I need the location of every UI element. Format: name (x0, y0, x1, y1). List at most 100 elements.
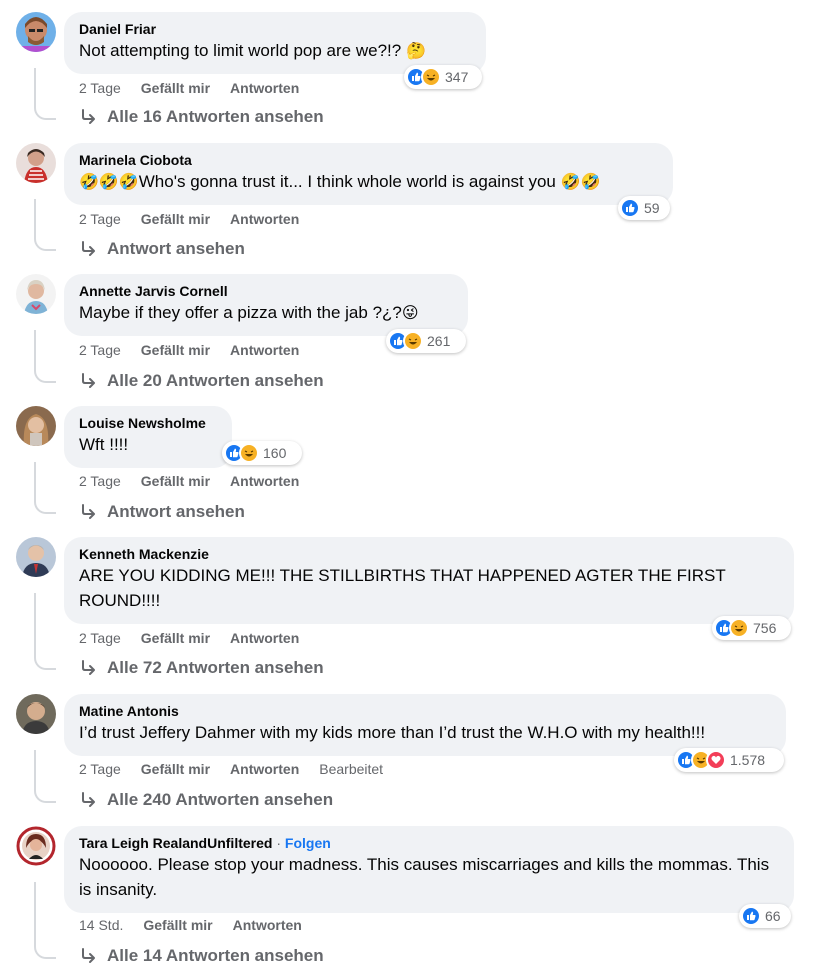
comment-actions: 2 Tage Gefällt mir Antworten (79, 210, 319, 228)
comment: Tara Leigh RealandUnfiltered · Folgen No… (0, 826, 837, 971)
comment-bubble: Matine Antonis I’d trust Jeffery Dahmer … (64, 694, 786, 756)
reaction-count: 59 (644, 200, 660, 216)
timestamp[interactable]: 2 Tage (79, 473, 121, 489)
comment-actions: 2 Tage Gefällt mir Antworten (79, 79, 319, 97)
like-button[interactable]: Gefällt mir (141, 342, 210, 358)
timestamp[interactable]: 14 Std. (79, 917, 123, 933)
comment-text-body: ARE YOU KIDDING ME!!! THE STILLBIRTHS TH… (79, 566, 726, 610)
comment-text-body: Noooooo. Please stop your madness. This … (79, 855, 770, 899)
follow-button[interactable]: Folgen (285, 835, 331, 851)
love-icon (706, 750, 726, 770)
reply-button[interactable]: Antworten (230, 630, 299, 646)
timestamp[interactable]: 2 Tage (79, 80, 121, 96)
comment-list: Daniel Friar Not attempting to limit wor… (0, 0, 837, 975)
view-replies-label: Alle 72 Antworten ansehen (107, 658, 324, 677)
reply-arrow-icon (82, 792, 95, 807)
view-replies-label: Antwort ansehen (107, 502, 245, 521)
comment-text: Not attempting to limit world pop are we… (79, 38, 472, 64)
thinking-emoji-icon: 🤔 (405, 43, 426, 60)
reply-button[interactable]: Antworten (230, 761, 299, 777)
reply-button[interactable]: Antworten (230, 80, 299, 96)
timestamp[interactable]: 2 Tage (79, 630, 121, 646)
separator-dot: · (276, 835, 282, 851)
reaction-count: 66 (765, 908, 781, 924)
reaction-count: 347 (445, 69, 469, 85)
comment-text: Noooooo. Please stop your madness. This … (79, 852, 780, 902)
avatar[interactable] (16, 406, 56, 446)
view-replies-label: Alle 14 Antworten ansehen (107, 946, 324, 965)
author-name[interactable]: Louise Newsholme (79, 414, 218, 432)
reaction-summary[interactable]: 59 (618, 196, 670, 220)
view-replies-link[interactable]: Alle 16 Antworten ansehen (80, 106, 324, 128)
like-button[interactable]: Gefällt mir (141, 473, 210, 489)
like-button[interactable]: Gefällt mir (143, 917, 212, 933)
like-button[interactable]: Gefällt mir (141, 211, 210, 227)
reaction-summary[interactable]: 347 (404, 65, 482, 89)
timestamp[interactable]: 2 Tage (79, 211, 121, 227)
reply-arrow-icon (82, 373, 95, 388)
reply-button[interactable]: Antworten (230, 473, 299, 489)
reply-arrow-icon (82, 660, 95, 675)
author-name[interactable]: Matine Antonis (79, 702, 772, 720)
view-replies-link[interactable]: Antwort ansehen (80, 501, 245, 523)
thread-line (34, 882, 56, 959)
comment-text-body: Not attempting to limit world pop are we… (79, 41, 406, 60)
edited-label: Bearbeitet (319, 761, 384, 777)
comment-actions: 2 Tage Gefällt mir Antworten (79, 341, 319, 359)
thread-line (34, 330, 56, 383)
reaction-count: 1.578 (730, 752, 766, 768)
reply-arrow-icon (82, 504, 95, 519)
thread-line (34, 750, 56, 803)
view-replies-link[interactable]: Antwort ansehen (80, 238, 245, 260)
comment-text: ARE YOU KIDDING ME!!! THE STILLBIRTHS TH… (79, 563, 780, 613)
avatar[interactable] (16, 143, 56, 183)
timestamp[interactable]: 2 Tage (79, 761, 121, 777)
laugh-icon (421, 67, 441, 87)
reply-button[interactable]: Antworten (230, 211, 299, 227)
reaction-count: 261 (427, 333, 451, 349)
reply-button[interactable]: Antworten (233, 917, 302, 933)
reaction-summary[interactable]: 160 (222, 441, 302, 465)
like-button[interactable]: Gefällt mir (141, 761, 210, 777)
comment: Marinela Ciobota 🤣🤣🤣Who's gonna trust it… (0, 143, 837, 263)
author-name[interactable]: Marinela Ciobota (79, 151, 659, 169)
view-replies-link[interactable]: Alle 240 Antworten ansehen (80, 789, 333, 811)
reply-arrow-icon (82, 948, 95, 963)
comment: Matine Antonis I’d trust Jeffery Dahmer … (0, 694, 837, 814)
view-replies-label: Alle 20 Antworten ansehen (107, 371, 324, 390)
comment-text: Wft !!!! (79, 432, 218, 457)
reaction-summary[interactable]: 261 (386, 329, 466, 353)
comment-actions: 14 Std. Gefällt mir Antworten (79, 916, 322, 934)
laugh-icon (239, 443, 259, 463)
avatar[interactable] (16, 274, 56, 314)
reaction-count: 756 (753, 620, 777, 636)
author-name[interactable]: Annette Jarvis Cornell (79, 282, 454, 300)
winking-tongue-emoji-icon: 😜 (401, 305, 419, 322)
reaction-summary[interactable]: 1.578 (674, 748, 784, 772)
reply-button[interactable]: Antworten (230, 342, 299, 358)
rofl-emoji-icon: 🤣🤣 (560, 174, 601, 191)
laugh-icon (729, 618, 749, 638)
laugh-icon (403, 331, 423, 351)
avatar[interactable] (16, 826, 56, 866)
view-replies-link[interactable]: Alle 20 Antworten ansehen (80, 370, 324, 392)
avatar[interactable] (16, 694, 56, 734)
reaction-summary[interactable]: 66 (739, 904, 791, 928)
author-name[interactable]: Kenneth Mackenzie (79, 545, 780, 563)
comment-text-body: Maybe if they offer a pizza with the jab… (79, 303, 402, 322)
like-button[interactable]: Gefällt mir (141, 630, 210, 646)
view-replies-link[interactable]: Alle 72 Antworten ansehen (80, 657, 324, 679)
reaction-summary[interactable]: 756 (712, 616, 791, 640)
timestamp[interactable]: 2 Tage (79, 342, 121, 358)
like-button[interactable]: Gefällt mir (141, 80, 210, 96)
avatar[interactable] (16, 12, 56, 52)
thread-line (34, 593, 56, 670)
author-name-link[interactable]: Tara Leigh RealandUnfiltered (79, 835, 272, 851)
comment-bubble: Tara Leigh RealandUnfiltered · Folgen No… (64, 826, 794, 913)
view-replies-label: Alle 16 Antworten ansehen (107, 107, 324, 126)
view-replies-link[interactable]: Alle 14 Antworten ansehen (80, 945, 324, 967)
avatar[interactable] (16, 537, 56, 577)
comment: Louise Newsholme Wft !!!! 160 2 Tage Gef… (0, 406, 837, 526)
reaction-count: 160 (263, 445, 287, 461)
author-name[interactable]: Daniel Friar (79, 20, 472, 38)
